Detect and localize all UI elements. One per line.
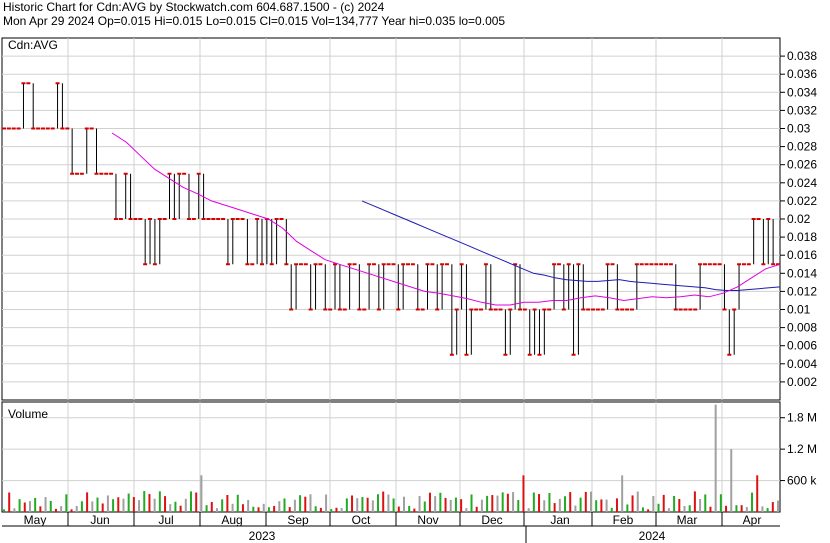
volume-label: Volume	[8, 407, 48, 421]
price-tick-label: 0.008	[787, 321, 817, 335]
month-label: Feb	[613, 513, 634, 527]
price-tick-label: 0.036	[787, 67, 817, 81]
month-label: Sep	[287, 513, 309, 527]
month-label: Mar	[677, 513, 698, 527]
month-label: May	[24, 513, 47, 527]
month-label: Jan	[550, 513, 569, 527]
stock-chart: May Jun Jul Aug Sep Oct Nov Dec Jan Feb Mar Apr 2023…	[1, 37, 817, 543]
price-tick-label: 0.032	[787, 103, 817, 117]
price-tick-label: 0.006	[787, 339, 817, 353]
price-tick-label: 0.026	[787, 158, 817, 172]
price-tick-label: 0.022	[787, 194, 817, 208]
year-label: 2023	[249, 529, 276, 543]
month-label: Apr	[743, 513, 762, 527]
price-tick-label: 0.012	[787, 284, 817, 298]
price-tick-label: 0.02	[787, 212, 811, 226]
price-tick-label: 0.018	[787, 230, 817, 244]
month-label: Nov	[417, 513, 438, 527]
price-tick-label: 0.002	[787, 375, 817, 389]
month-label: Oct	[352, 513, 371, 527]
volume-tick-label: 600 k	[787, 474, 817, 488]
symbol-label: Cdn:AVG	[8, 38, 58, 52]
price-tick-label: 0.014	[787, 266, 817, 280]
price-tick-label: 0.024	[787, 176, 817, 190]
year-label: 2024	[639, 529, 666, 543]
price-tick-label: 0.038	[787, 49, 817, 63]
month-label: Dec	[481, 513, 502, 527]
month-label: Jul	[158, 513, 173, 527]
moving-average-long	[361, 200, 781, 291]
month-label: Aug	[221, 513, 242, 527]
volume-tick-label: 1.2 M	[787, 442, 817, 456]
price-tick-label: 0.01	[787, 303, 811, 317]
price-tick-label: 0.034	[787, 85, 817, 99]
price-tick-label: 0.016	[787, 248, 817, 262]
month-label: Jun	[90, 513, 109, 527]
price-tick-label: 0.028	[787, 140, 817, 154]
volume-tick-label: 1.8 M	[787, 411, 817, 425]
price-tick-label: 0.004	[787, 357, 817, 371]
price-tick-label: 0.03	[787, 122, 811, 136]
